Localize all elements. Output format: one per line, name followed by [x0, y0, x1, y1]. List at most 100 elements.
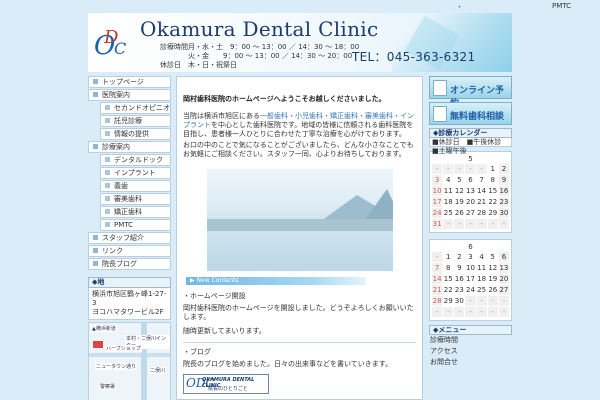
calendar-day: 24: [432, 208, 443, 218]
calendar-day: -: [432, 307, 443, 317]
calendar-day: 13: [465, 186, 476, 196]
menu-link[interactable]: アクセス: [429, 346, 512, 357]
calendar-day: 29: [443, 296, 454, 306]
calendar-day: 10: [465, 263, 476, 273]
nav-item-label: トップページ: [102, 78, 144, 86]
nav-item-label: 院長ブログ: [102, 260, 137, 268]
bullet-icon: [105, 131, 110, 136]
calendar-day: -: [498, 296, 509, 306]
calendar-day: 4: [443, 175, 454, 185]
access-map[interactable]: ▲横浜新道 本村・二俣川インター ハーブショップ ニュータウン通り 二俣川 警察…: [88, 322, 171, 400]
nav-item-label: 審美歯科: [114, 195, 142, 203]
calendar-day: 14: [432, 274, 443, 284]
nav-item-label: スタッフ紹介: [102, 234, 144, 242]
calendar-day: -: [443, 164, 454, 174]
calendar-day: -: [432, 252, 443, 262]
nav-item-label: 情報の提供: [114, 130, 149, 138]
photo-treeline: [206, 219, 393, 231]
calendar-day: 19: [454, 197, 465, 207]
bullet-icon: [105, 209, 110, 214]
calendar-day: 11: [443, 186, 454, 196]
photo-water: [206, 231, 393, 271]
calendar-day: 23: [498, 197, 509, 207]
menu-link[interactable]: お問合せ: [429, 357, 512, 368]
calendar-day: 20: [465, 197, 476, 207]
phone-number: TEL：045-363-6321: [352, 50, 476, 64]
menu-link[interactable]: 診療時間: [429, 335, 512, 346]
calendar-day: 3: [465, 252, 476, 262]
top-link-pmtc[interactable]: PMTC: [552, 2, 571, 10]
clinic-logo[interactable]: O D C: [94, 25, 132, 63]
calendar-day: 4: [476, 252, 487, 262]
calendar-day: 17: [465, 274, 476, 284]
address: 横浜市旭区鶴ヶ峰1-27-3 ヨコハマタワービル2F: [88, 288, 171, 320]
main-content: 岡村歯科医院のホームページへようこそお越しくださいました。 当院は横浜市旭区にあ…: [176, 76, 423, 400]
calendar-day: 16: [498, 186, 509, 196]
calendar-day: 15: [487, 186, 498, 196]
office-hours: 診療時間月・水・土 9：00 〜 13：00 ／ 14：30 〜 18：00 火…: [160, 43, 360, 69]
free-consultation-button[interactable]: 無料歯科相談: [429, 102, 512, 125]
nav-item-label: PMTC: [114, 221, 134, 229]
calendar-day: 5: [454, 175, 465, 185]
blog-banner[interactable]: ODC OKAMURA DENTAL CLINIC 院長のひとりごと: [183, 374, 269, 394]
calendar-day: 27: [498, 285, 509, 295]
calendar-day: 16: [454, 274, 465, 284]
left-navigation: トップページ医院案内セカンドオピニオン託児診療情報の提供診療案内デンタルドックイ…: [88, 76, 171, 400]
calendar-day: 2: [498, 164, 509, 174]
nav-item[interactable]: 託児診療: [100, 115, 171, 127]
nav-item[interactable]: 医院案内: [88, 89, 171, 101]
nav-item[interactable]: PMTC: [100, 219, 171, 231]
tooth-icon: [433, 106, 447, 122]
calendar-day: 7: [432, 263, 443, 273]
calendar-day: -: [465, 307, 476, 317]
nav-item[interactable]: スタッフ紹介: [88, 232, 171, 244]
calendar-day: 3: [432, 175, 443, 185]
nav-item-label: 矯正歯科: [114, 208, 142, 216]
nav-item[interactable]: デンタルドック: [100, 154, 171, 166]
map-label: ニュータウン通り: [95, 363, 138, 370]
nav-item[interactable]: 院長ブログ: [88, 258, 171, 270]
calendar-day: 31: [432, 219, 443, 229]
calendar-day: 25: [443, 208, 454, 218]
nav-item[interactable]: 審美歯科: [100, 193, 171, 205]
nav-item[interactable]: 診療案内: [88, 141, 171, 153]
nav-item-label: 義歯: [114, 182, 128, 190]
calendar-day: 27: [465, 208, 476, 218]
new-contents-bar: ▶ New Contents: [186, 277, 366, 285]
calendar-day: 24: [465, 285, 476, 295]
nav-item[interactable]: インプラント: [100, 167, 171, 179]
nav-item-label: 医院案内: [102, 91, 130, 99]
nav-item[interactable]: リンク: [88, 245, 171, 257]
nav-item[interactable]: セカンドオピニオン: [100, 102, 171, 122]
intro-paragraph: 当院は横浜市旭区にある一般歯科・小児歯科・矯正歯科・審美歯科・インプラントを中心…: [183, 112, 414, 138]
online-reservation-button[interactable]: オンライン予約: [429, 76, 512, 109]
menu-heading: ◆メニュー: [429, 325, 512, 335]
bullet-icon: [105, 105, 110, 110]
calendar-day: -: [465, 296, 476, 306]
nav-item[interactable]: トップページ: [88, 76, 171, 88]
nav-item[interactable]: 矯正歯科: [100, 206, 171, 218]
calendar-day: -: [454, 307, 465, 317]
lake-photo: [206, 169, 393, 271]
calendar-day: -: [443, 307, 454, 317]
calendar-day: 28: [476, 208, 487, 218]
nav-item[interactable]: 情報の提供: [100, 128, 171, 140]
nav-item-label: デンタルドック: [114, 156, 163, 164]
bullet-icon: [93, 79, 98, 84]
bullet-icon: [105, 118, 110, 123]
map-label: ハーブショップ: [105, 345, 142, 352]
calendar-day: -: [443, 219, 454, 229]
calendar-day: -: [487, 219, 498, 229]
calendar-day: 22: [443, 285, 454, 295]
calendar-day: 6: [465, 175, 476, 185]
map-label: 警察署: [99, 383, 117, 390]
calendar-day: 30: [454, 296, 465, 306]
calendar-day: 30: [498, 208, 509, 218]
clinic-name: Okamura Dental Clinic: [140, 17, 379, 41]
nav-item[interactable]: 義歯: [100, 180, 171, 192]
calendar-day: 8: [487, 175, 498, 185]
calendar-day: 9: [498, 175, 509, 185]
calendar-day: -: [454, 219, 465, 229]
calendar-day: 19: [487, 274, 498, 284]
news-heading: ・ブログ: [183, 348, 211, 356]
